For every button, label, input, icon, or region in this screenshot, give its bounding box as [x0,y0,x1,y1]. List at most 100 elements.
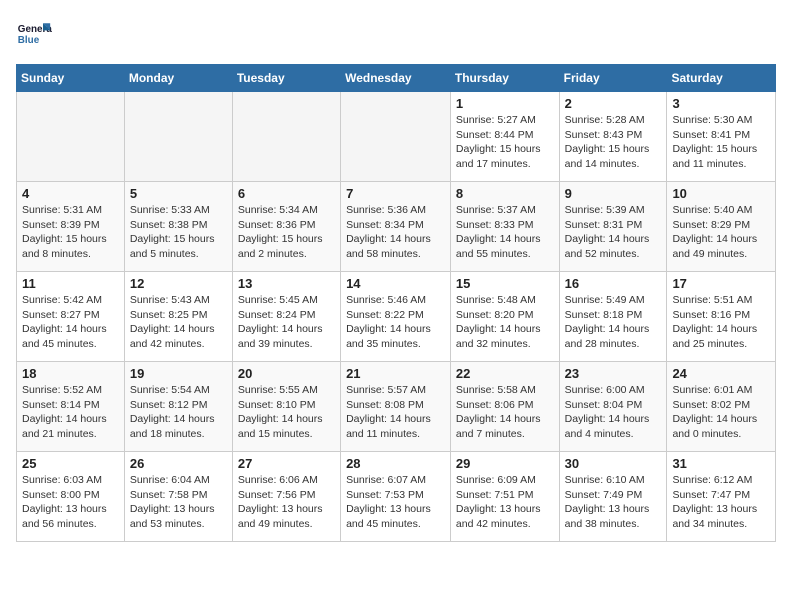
calendar-cell: 15 Sunrise: 5:48 AMSunset: 8:20 PMDayligh… [450,272,559,362]
calendar-cell: 19 Sunrise: 5:54 AMSunset: 8:12 PMDayligh… [124,362,232,452]
day-info: Sunrise: 5:54 AMSunset: 8:12 PMDaylight:… [130,383,227,442]
day-info: Sunrise: 6:07 AMSunset: 7:53 PMDaylight:… [346,473,445,532]
day-info: Sunrise: 5:58 AMSunset: 8:06 PMDaylight:… [456,383,554,442]
day-number: 16 [565,276,662,291]
calendar-cell: 3 Sunrise: 5:30 AMSunset: 8:41 PMDaylight… [667,92,776,182]
calendar-cell: 30 Sunrise: 6:10 AMSunset: 7:49 PMDayligh… [559,452,667,542]
day-number: 26 [130,456,227,471]
calendar-cell: 13 Sunrise: 5:45 AMSunset: 8:24 PMDayligh… [232,272,340,362]
day-info: Sunrise: 5:42 AMSunset: 8:27 PMDaylight:… [22,293,119,352]
weekday-header-sunday: Sunday [17,65,125,92]
day-number: 1 [456,96,554,111]
day-number: 5 [130,186,227,201]
day-number: 30 [565,456,662,471]
calendar-cell: 11 Sunrise: 5:42 AMSunset: 8:27 PMDayligh… [17,272,125,362]
calendar-cell [232,92,340,182]
calendar-week-row: 11 Sunrise: 5:42 AMSunset: 8:27 PMDayligh… [17,272,776,362]
day-info: Sunrise: 5:43 AMSunset: 8:25 PMDaylight:… [130,293,227,352]
calendar-cell: 2Sunrise: 5:28 AMSunset: 8:43 PMDaylight… [559,92,667,182]
weekday-header-monday: Monday [124,65,232,92]
calendar-cell: 12 Sunrise: 5:43 AMSunset: 8:25 PMDayligh… [124,272,232,362]
day-info: Sunrise: 5:33 AMSunset: 8:38 PMDaylight:… [130,203,227,262]
logo: General Blue [16,16,58,52]
day-info: Sunrise: 5:48 AMSunset: 8:20 PMDaylight:… [456,293,554,352]
calendar-cell [124,92,232,182]
day-number: 22 [456,366,554,381]
day-number: 6 [238,186,335,201]
header: General Blue [16,16,776,52]
day-info: Sunrise: 5:30 AMSunset: 8:41 PMDaylight:… [672,113,770,172]
calendar-cell: 4 Sunrise: 5:31 AMSunset: 8:39 PMDaylight… [17,182,125,272]
calendar-cell: 26 Sunrise: 6:04 AMSunset: 7:58 PMDayligh… [124,452,232,542]
calendar-cell: 8 Sunrise: 5:37 AMSunset: 8:33 PMDaylight… [450,182,559,272]
calendar-cell: 31Sunrise: 6:12 AMSunset: 7:47 PMDayligh… [667,452,776,542]
day-number: 3 [672,96,770,111]
day-number: 19 [130,366,227,381]
calendar-cell: 27 Sunrise: 6:06 AMSunset: 7:56 PMDayligh… [232,452,340,542]
weekday-header-saturday: Saturday [667,65,776,92]
weekday-header-row: SundayMondayTuesdayWednesdayThursdayFrid… [17,65,776,92]
calendar-cell: 23 Sunrise: 6:00 AMSunset: 8:04 PMDayligh… [559,362,667,452]
svg-text:Blue: Blue [18,35,40,46]
calendar-cell: 28Sunrise: 6:07 AMSunset: 7:53 PMDayligh… [341,452,451,542]
day-number: 15 [456,276,554,291]
day-info: Sunrise: 6:06 AMSunset: 7:56 PMDaylight:… [238,473,335,532]
calendar-cell: 14 Sunrise: 5:46 AMSunset: 8:22 PMDayligh… [341,272,451,362]
day-number: 14 [346,276,445,291]
calendar-cell: 29 Sunrise: 6:09 AMSunset: 7:51 PMDayligh… [450,452,559,542]
day-number: 4 [22,186,119,201]
day-info: Sunrise: 5:40 AMSunset: 8:29 PMDaylight:… [672,203,770,262]
calendar-cell: 6 Sunrise: 5:34 AMSunset: 8:36 PMDaylight… [232,182,340,272]
day-number: 7 [346,186,445,201]
weekday-header-wednesday: Wednesday [341,65,451,92]
calendar-cell: 7 Sunrise: 5:36 AMSunset: 8:34 PMDaylight… [341,182,451,272]
day-number: 12 [130,276,227,291]
day-info: Sunrise: 6:09 AMSunset: 7:51 PMDaylight:… [456,473,554,532]
calendar-cell: 16 Sunrise: 5:49 AMSunset: 8:18 PMDayligh… [559,272,667,362]
day-info: Sunrise: 6:04 AMSunset: 7:58 PMDaylight:… [130,473,227,532]
day-info: Sunrise: 5:55 AMSunset: 8:10 PMDaylight:… [238,383,335,442]
day-info: Sunrise: 5:31 AMSunset: 8:39 PMDaylight:… [22,203,119,262]
day-info: Sunrise: 5:39 AMSunset: 8:31 PMDaylight:… [565,203,662,262]
weekday-header-thursday: Thursday [450,65,559,92]
calendar-cell: 18Sunrise: 5:52 AMSunset: 8:14 PMDayligh… [17,362,125,452]
day-number: 13 [238,276,335,291]
day-info: Sunrise: 6:12 AMSunset: 7:47 PMDaylight:… [672,473,770,532]
day-info: Sunrise: 5:57 AMSunset: 8:08 PMDaylight:… [346,383,445,442]
day-info: Sunrise: 5:46 AMSunset: 8:22 PMDaylight:… [346,293,445,352]
day-info: Sunrise: 5:51 AMSunset: 8:16 PMDaylight:… [672,293,770,352]
calendar-cell: 1Sunrise: 5:27 AMSunset: 8:44 PMDaylight… [450,92,559,182]
day-info: Sunrise: 6:00 AMSunset: 8:04 PMDaylight:… [565,383,662,442]
calendar-cell: 22 Sunrise: 5:58 AMSunset: 8:06 PMDayligh… [450,362,559,452]
day-info: Sunrise: 5:34 AMSunset: 8:36 PMDaylight:… [238,203,335,262]
day-info: Sunrise: 6:01 AMSunset: 8:02 PMDaylight:… [672,383,770,442]
day-number: 11 [22,276,119,291]
calendar-cell: 20 Sunrise: 5:55 AMSunset: 8:10 PMDayligh… [232,362,340,452]
day-number: 25 [22,456,119,471]
day-info: Sunrise: 6:10 AMSunset: 7:49 PMDaylight:… [565,473,662,532]
calendar-cell: 21 Sunrise: 5:57 AMSunset: 8:08 PMDayligh… [341,362,451,452]
day-info: Sunrise: 5:37 AMSunset: 8:33 PMDaylight:… [456,203,554,262]
calendar-cell: 5 Sunrise: 5:33 AMSunset: 8:38 PMDaylight… [124,182,232,272]
logo-icon: General Blue [16,16,52,52]
calendar-week-row: 25 Sunrise: 6:03 AMSunset: 8:00 PMDayligh… [17,452,776,542]
day-number: 2 [565,96,662,111]
day-number: 29 [456,456,554,471]
day-number: 27 [238,456,335,471]
day-number: 23 [565,366,662,381]
calendar-cell [17,92,125,182]
day-number: 20 [238,366,335,381]
calendar-cell: 24Sunrise: 6:01 AMSunset: 8:02 PMDayligh… [667,362,776,452]
day-info: Sunrise: 6:03 AMSunset: 8:00 PMDaylight:… [22,473,119,532]
day-number: 8 [456,186,554,201]
day-number: 21 [346,366,445,381]
calendar-week-row: 4 Sunrise: 5:31 AMSunset: 8:39 PMDaylight… [17,182,776,272]
day-info: Sunrise: 5:36 AMSunset: 8:34 PMDaylight:… [346,203,445,262]
calendar-cell: 10Sunrise: 5:40 AMSunset: 8:29 PMDayligh… [667,182,776,272]
weekday-header-tuesday: Tuesday [232,65,340,92]
day-number: 17 [672,276,770,291]
day-info: Sunrise: 5:49 AMSunset: 8:18 PMDaylight:… [565,293,662,352]
calendar: SundayMondayTuesdayWednesdayThursdayFrid… [16,64,776,542]
day-info: Sunrise: 5:45 AMSunset: 8:24 PMDaylight:… [238,293,335,352]
calendar-cell: 9Sunrise: 5:39 AMSunset: 8:31 PMDaylight… [559,182,667,272]
